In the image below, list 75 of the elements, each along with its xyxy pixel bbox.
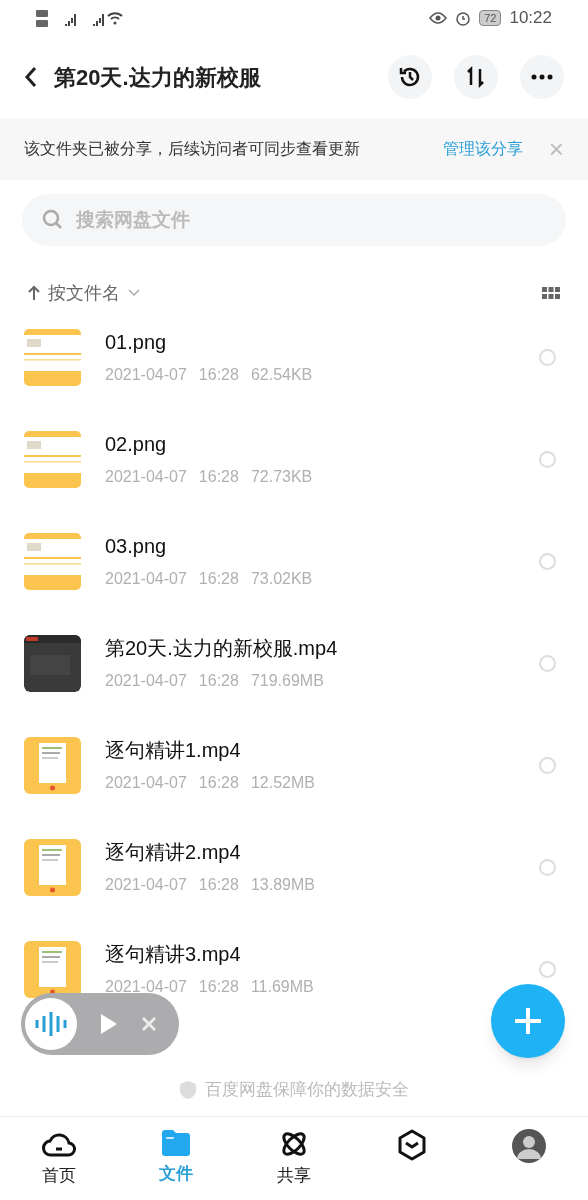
folder-title: 第20天.达力的新校服	[54, 63, 262, 92]
battery-indicator: 72	[479, 10, 502, 26]
search-field[interactable]: 搜索网盘文件	[22, 194, 566, 246]
select-radio[interactable]	[539, 654, 556, 672]
file-size: 13.89MB	[250, 875, 315, 895]
file-name: 02.png	[105, 432, 168, 457]
file-size: 73.02KB	[250, 569, 313, 589]
file-row[interactable]: 第20天.达力的新校服.mp4 2021-04-07 16:28 719.69MB	[0, 612, 588, 714]
file-name: 逐句精讲1.mp4	[105, 738, 242, 763]
select-radio[interactable]	[539, 348, 556, 366]
file-name: 逐句精讲2.mp4	[105, 840, 242, 865]
tab-bar-item[interactable]: 首页	[0, 1117, 118, 1200]
clock-time: 10:22	[509, 7, 552, 30]
tab-bar-item[interactable]: 共享	[235, 1117, 353, 1200]
select-radio[interactable]	[539, 450, 556, 468]
file-size: 12.52MB	[250, 773, 315, 793]
file-size: 719.69MB	[250, 671, 324, 691]
file-size: 72.73KB	[250, 467, 313, 487]
more-button[interactable]	[520, 55, 564, 99]
hexagon-icon	[396, 1129, 427, 1161]
sort-by-name-button[interactable]: 按文件名	[28, 279, 140, 307]
close-icon[interactable]	[141, 1016, 157, 1032]
sort-button[interactable]	[454, 55, 498, 99]
history-icon	[398, 65, 422, 89]
file-name: 逐句精讲3.mp4	[105, 942, 242, 967]
file-date: 2021-04-07	[105, 875, 187, 895]
security-note: 百度网盘保障你的数据安全	[205, 1079, 409, 1102]
file-date: 2021-04-07	[105, 773, 187, 793]
alarm-icon	[455, 10, 472, 26]
add-button[interactable]	[491, 984, 565, 1058]
caret-icon	[128, 289, 140, 297]
search-input[interactable]: 搜索网盘文件	[76, 205, 546, 235]
more-icon	[531, 74, 553, 80]
history-button[interactable]	[388, 55, 432, 99]
file-time: 16:28	[198, 365, 239, 385]
file-time: 16:28	[198, 467, 239, 487]
share-notice: 该文件夹已被分享，后续访问者可同步查看更新	[24, 139, 361, 159]
play-icon[interactable]	[99, 1012, 119, 1036]
eye-icon	[429, 12, 448, 24]
folder-icon	[160, 1129, 193, 1157]
up-arrow-icon	[28, 285, 40, 301]
audio-player[interactable]	[21, 993, 179, 1055]
file-size: 62.54KB	[250, 365, 313, 385]
file-size: 11.69MB	[250, 977, 314, 997]
select-radio[interactable]	[539, 960, 556, 978]
grid-view-icon[interactable]	[542, 287, 560, 299]
waveform-icon	[35, 1011, 67, 1037]
file-date: 2021-04-07	[105, 977, 187, 997]
back-icon[interactable]	[24, 66, 38, 88]
file-row[interactable]: 01.png 2021-04-07 16:28 62.54KB	[0, 306, 588, 408]
file-row[interactable]: 03.png 2021-04-07 16:28 73.02KB	[0, 510, 588, 612]
file-time: 16:28	[198, 773, 239, 793]
file-date: 2021-04-07	[105, 467, 187, 487]
file-time: 16:28	[198, 671, 239, 691]
file-row[interactable]: 02.png 2021-04-07 16:28 72.73KB	[0, 408, 588, 510]
select-radio[interactable]	[539, 756, 556, 774]
file-time: 16:28	[198, 977, 239, 997]
file-name: 第20天.达力的新校服.mp4	[105, 636, 339, 661]
orbit-icon	[279, 1129, 309, 1159]
file-date: 2021-04-07	[105, 671, 187, 691]
avatar-icon	[512, 1129, 547, 1163]
file-time: 16:28	[198, 569, 239, 589]
file-name: 01.png	[105, 330, 168, 355]
file-date: 2021-04-07	[105, 365, 187, 385]
select-radio[interactable]	[539, 552, 556, 570]
select-radio[interactable]	[539, 858, 556, 876]
file-time: 16:28	[198, 875, 239, 895]
file-row[interactable]: 逐句精讲1.mp4 2021-04-07 16:28 12.52MB	[0, 714, 588, 816]
sort-icon	[465, 66, 487, 88]
search-icon	[42, 209, 64, 231]
file-name: 03.png	[105, 534, 168, 559]
file-date: 2021-04-07	[105, 569, 187, 589]
plus-icon	[513, 1006, 543, 1036]
shield-icon	[179, 1080, 197, 1100]
file-row[interactable]: 逐句精讲2.mp4 2021-04-07 16:28 13.89MB	[0, 816, 588, 918]
